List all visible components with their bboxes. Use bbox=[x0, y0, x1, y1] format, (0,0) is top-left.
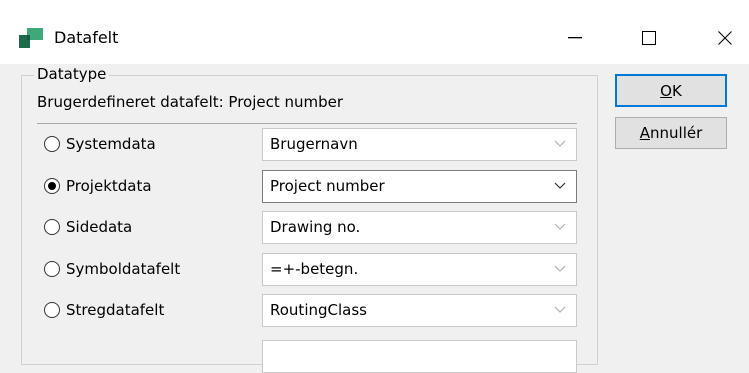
radio-button-icon[interactable] bbox=[44, 219, 60, 235]
custom-datafield-label: Brugerdefineret datafelt: Project number bbox=[37, 93, 344, 111]
radio-systemdata[interactable]: Systemdata bbox=[44, 132, 156, 156]
radio-sidedata[interactable]: Sidedata bbox=[44, 215, 132, 239]
radio-label: Stregdatafelt bbox=[66, 301, 165, 319]
ok-button[interactable]: OK bbox=[615, 74, 727, 107]
radio-label: Systemdata bbox=[66, 135, 156, 153]
radio-label: Projektdata bbox=[66, 177, 152, 195]
close-icon bbox=[718, 31, 732, 45]
maximize-button[interactable] bbox=[626, 18, 672, 58]
button-label: Annullér bbox=[639, 124, 703, 142]
combo-value: Project number bbox=[270, 177, 385, 195]
radio-button-icon[interactable] bbox=[44, 261, 60, 277]
chevron-down-icon bbox=[554, 182, 566, 189]
chevron-down-icon bbox=[554, 140, 566, 147]
radio-projektdata[interactable]: Projektdata bbox=[44, 174, 152, 198]
chevron-down-icon bbox=[554, 223, 566, 230]
separator-line bbox=[37, 123, 577, 124]
systemdata-combo[interactable]: Brugernavn bbox=[262, 128, 577, 161]
radio-symboldatafelt[interactable]: Symboldatafelt bbox=[44, 257, 180, 281]
minimize-button[interactable] bbox=[552, 18, 598, 58]
combo-value: RoutingClass bbox=[270, 301, 367, 319]
chevron-down-icon bbox=[554, 306, 566, 313]
maximize-icon bbox=[642, 31, 656, 45]
window-title: Datafelt bbox=[54, 28, 119, 47]
combo-value: Brugernavn bbox=[270, 135, 358, 153]
symboldatafelt-combo[interactable]: =+-betegn. bbox=[262, 253, 577, 286]
stregdatafelt-combo[interactable]: RoutingClass bbox=[262, 294, 577, 327]
radio-label: Sidedata bbox=[66, 218, 133, 236]
chevron-down-icon bbox=[554, 265, 566, 272]
close-button[interactable] bbox=[702, 18, 748, 58]
radio-button-icon[interactable] bbox=[44, 136, 60, 152]
radio-label: Symboldatafelt bbox=[66, 260, 181, 278]
minimize-icon bbox=[568, 37, 582, 39]
radio-button-icon[interactable] bbox=[44, 302, 60, 318]
projektdata-combo[interactable]: Project number bbox=[262, 170, 577, 203]
group-legend: Datatype bbox=[34, 64, 110, 84]
combo-value: =+-betegn. bbox=[270, 260, 359, 278]
button-label: OK bbox=[660, 81, 682, 100]
app-icon bbox=[19, 28, 43, 48]
title-bar: Datafelt bbox=[0, 0, 749, 64]
sidedata-combo[interactable]: Drawing no. bbox=[262, 211, 577, 244]
hidden-combo[interactable] bbox=[262, 340, 577, 373]
cancel-button[interactable]: Annullér bbox=[615, 117, 727, 149]
radio-button-icon[interactable] bbox=[44, 178, 60, 194]
radio-stregdatafelt[interactable]: Stregdatafelt bbox=[44, 298, 164, 322]
combo-value: Drawing no. bbox=[270, 218, 361, 236]
